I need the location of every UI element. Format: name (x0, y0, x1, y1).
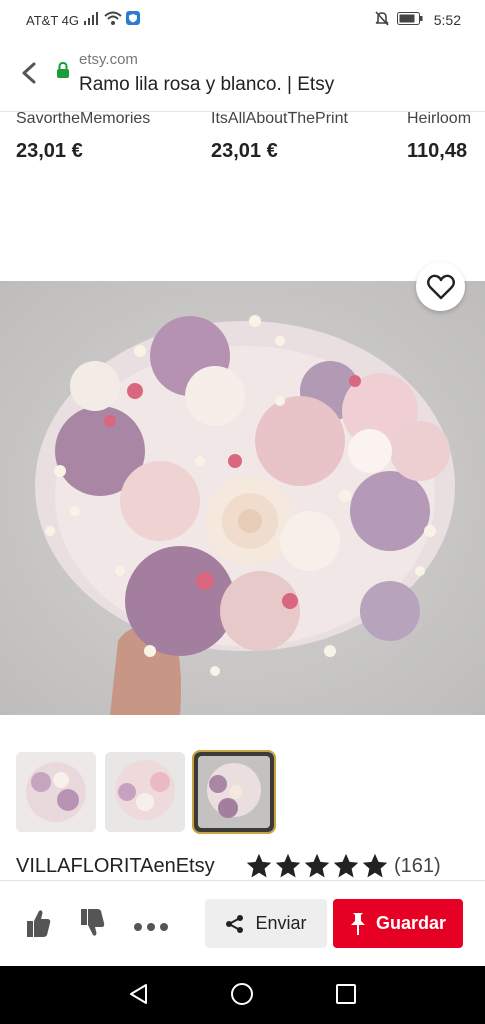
related-price: 23,01 € (16, 140, 83, 162)
shield-icon (126, 11, 140, 25)
lock-icon (57, 62, 69, 78)
star-icon (362, 853, 388, 878)
related-product-card[interactable]: ItsAllAboutThePrint 23,01 € (211, 112, 348, 163)
mute-icon (375, 11, 389, 26)
image-thumbnails (16, 750, 276, 834)
related-products: SavortheMemories 23,01 € ItsAllAboutTheP… (0, 112, 485, 280)
battery-icon (397, 12, 423, 25)
product-image[interactable] (0, 281, 485, 715)
thumbnail-3[interactable] (192, 750, 276, 834)
chevron-left-icon (22, 62, 36, 84)
pin-icon (350, 912, 365, 935)
related-product-card[interactable]: Heirloom 110,48 (407, 112, 471, 163)
star-icon (304, 853, 330, 878)
page-domain[interactable]: etsy.com (79, 51, 138, 68)
related-product-card[interactable]: SavortheMemories 23,01 € (16, 112, 150, 163)
carrier-label: AT&T 4G (26, 13, 79, 28)
square-recents-icon (336, 984, 356, 1004)
related-price: 110,48 (407, 140, 468, 162)
dislike-button[interactable] (78, 907, 106, 944)
nav-home-button[interactable] (230, 982, 254, 1011)
like-button[interactable] (24, 907, 52, 944)
related-shop-name: Heirloom (407, 112, 472, 127)
star-icon (275, 853, 301, 878)
nav-back-button[interactable] (127, 982, 151, 1011)
triangle-back-icon (130, 984, 147, 1004)
back-button[interactable] (14, 58, 44, 88)
share-button[interactable]: Enviar (205, 899, 327, 948)
related-shop-name: ItsAllAboutThePrint (211, 112, 348, 127)
rating-stars (245, 852, 389, 880)
star-icon (333, 853, 359, 878)
heart-icon (426, 274, 455, 299)
save-label: Guardar (375, 913, 447, 933)
system-navigation-bar (0, 966, 485, 1024)
share-label: Enviar (255, 913, 307, 933)
clock: 5:52 (433, 12, 461, 28)
share-icon (226, 914, 244, 933)
review-count[interactable]: (161) (394, 855, 441, 878)
thumbs-down-icon (81, 909, 105, 936)
status-icons-left (84, 11, 140, 25)
pin-action-bar: Enviar Guardar (0, 880, 485, 966)
related-price: 23,01 € (211, 140, 278, 162)
nav-recents-button[interactable] (334, 982, 358, 1011)
more-options-button[interactable] (133, 919, 169, 937)
thumbnail-2[interactable] (105, 752, 185, 832)
favorite-button[interactable] (416, 262, 465, 311)
browser-address-bar: etsy.com Ramo lila rosa y blanco. | Etsy (0, 40, 485, 112)
status-icons-right (375, 11, 423, 26)
related-shop-name: SavortheMemories (16, 112, 151, 127)
bouquet-illustration (0, 281, 485, 715)
seller-name[interactable]: VILLAFLORITAenEtsy (16, 855, 215, 878)
thumbnail-1[interactable] (16, 752, 96, 832)
status-bar: AT&T 4G 5:52 (0, 0, 485, 40)
star-icon (246, 853, 272, 878)
circle-home-icon (231, 983, 253, 1005)
signal-icon (84, 12, 98, 25)
more-dots-icon (134, 923, 168, 931)
page-title[interactable]: Ramo lila rosa y blanco. | Etsy (79, 74, 334, 96)
save-button[interactable]: Guardar (333, 899, 463, 948)
wifi-icon (104, 11, 122, 25)
thumbs-up-icon (27, 910, 51, 937)
